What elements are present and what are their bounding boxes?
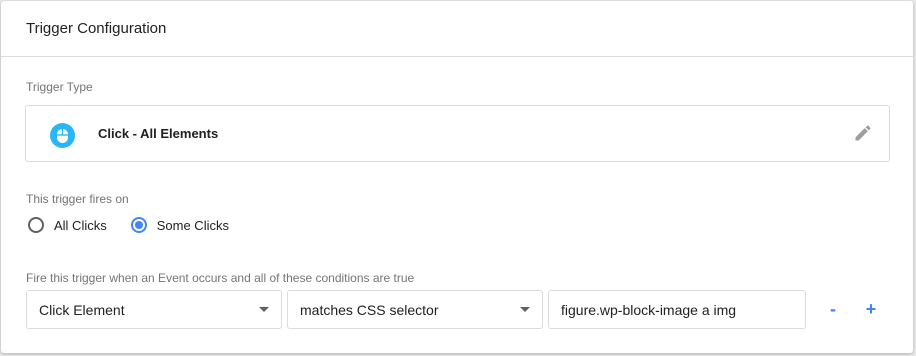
operator-select-value: matches CSS selector xyxy=(300,301,439,318)
conditions-label: Fire this trigger when an Event occurs a… xyxy=(26,271,415,285)
radio-label: All Clicks xyxy=(54,217,107,233)
operator-select[interactable]: matches CSS selector xyxy=(287,290,543,329)
variable-select[interactable]: Click Element xyxy=(26,290,282,329)
condition-row: Click Element matches CSS selector figur… xyxy=(26,290,886,329)
variable-select-value: Click Element xyxy=(39,301,125,318)
trigger-type-name: Click - All Elements xyxy=(98,126,219,141)
trigger-type-box[interactable]: Click - All Elements xyxy=(25,105,890,162)
pencil-icon[interactable] xyxy=(853,123,873,148)
trigger-configuration-card: Trigger Configuration Trigger Type Click… xyxy=(1,1,913,353)
fires-on-label: This trigger fires on xyxy=(26,192,129,206)
radio-all-clicks[interactable]: All Clicks xyxy=(28,217,107,233)
chevron-down-icon xyxy=(259,307,269,312)
value-input-text: figure.wp-block-image a img xyxy=(561,301,737,318)
radio-label: Some Clicks xyxy=(156,217,229,233)
chevron-down-icon xyxy=(520,307,530,312)
radio-button-checked[interactable] xyxy=(130,217,147,233)
card-title: Trigger Configuration xyxy=(26,20,167,37)
card-header: Trigger Configuration xyxy=(1,1,913,57)
value-input[interactable]: figure.wp-block-image a img xyxy=(548,290,806,329)
radio-button[interactable] xyxy=(28,217,44,233)
mouse-icon xyxy=(50,123,75,148)
radio-some-clicks[interactable]: Some Clicks xyxy=(130,217,229,233)
remove-condition-button[interactable]: - xyxy=(818,295,848,325)
add-condition-button[interactable]: + xyxy=(856,295,886,325)
trigger-type-label: Trigger Type xyxy=(26,80,93,94)
fires-on-radio-group: All Clicks Some Clicks xyxy=(28,217,253,233)
